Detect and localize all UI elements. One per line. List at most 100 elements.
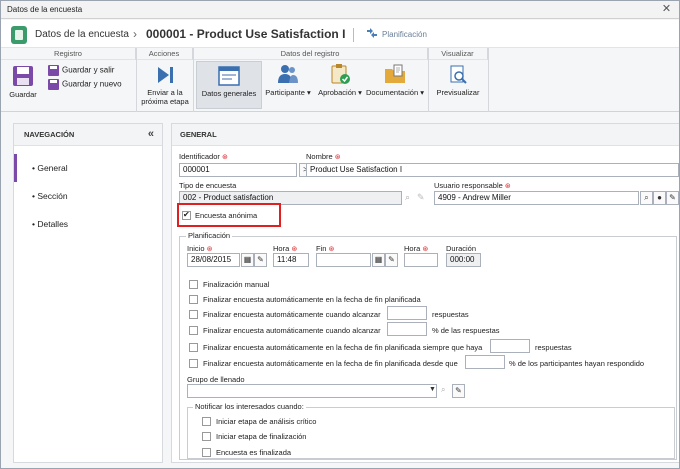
preview-button[interactable]: Previsualizar bbox=[431, 65, 485, 97]
required-icon: ⊛ bbox=[422, 246, 429, 253]
documentation-dropdown-icon: ▾ bbox=[420, 88, 424, 97]
save-label: Guardar bbox=[9, 90, 37, 99]
start-date-field[interactable]: 28/08/2015 bbox=[187, 253, 240, 267]
save-new-label: Guardar y nuevo bbox=[62, 79, 122, 89]
identifier-field[interactable]: 000001 bbox=[179, 163, 297, 177]
required-icon: ⊛ bbox=[291, 246, 298, 253]
people-icon bbox=[277, 63, 299, 85]
option-checkbox[interactable] bbox=[189, 295, 198, 304]
notify-checkbox[interactable] bbox=[202, 448, 211, 457]
chevron-down-icon[interactable]: ▼ bbox=[429, 386, 436, 393]
participant-percent-field[interactable] bbox=[465, 355, 505, 369]
preview-label: Previsualizar bbox=[436, 88, 480, 97]
folder-document-icon bbox=[384, 63, 406, 85]
option-checkbox[interactable] bbox=[189, 310, 198, 319]
close-icon[interactable]: ✕ bbox=[660, 3, 673, 16]
nav-item-detalles[interactable]: • Detalles bbox=[14, 210, 162, 238]
planning-link[interactable]: Planificación bbox=[382, 30, 427, 39]
start-hour-label-text: Hora bbox=[273, 244, 290, 253]
breadcrumb[interactable]: Datos de la encuesta bbox=[35, 29, 129, 40]
response-count-field[interactable] bbox=[387, 306, 427, 320]
notify-checkbox[interactable] bbox=[202, 432, 211, 441]
option-label: Finalizar encuesta automáticamente en la… bbox=[203, 343, 483, 352]
planning-legend: Planificación bbox=[186, 231, 233, 240]
option-label: Finalizar encuesta automáticamente cuand… bbox=[203, 326, 381, 335]
pct-participantes-suffix: % de los participantes hayan respondido bbox=[509, 359, 645, 368]
search-icon[interactable]: ⌕ bbox=[405, 192, 410, 203]
approval-label: Aprobación bbox=[318, 88, 357, 97]
clipboard-check-icon bbox=[329, 63, 351, 85]
option-label: Finalizar encuesta automáticamente en la… bbox=[203, 295, 421, 304]
start-hour-field[interactable]: 11:48 bbox=[273, 253, 309, 267]
eraser-icon[interactable]: ✎ bbox=[385, 253, 398, 267]
binoculars-icon[interactable]: ⌕ bbox=[441, 385, 445, 395]
participant-label: Participante bbox=[265, 88, 305, 97]
end-label-text: Fin bbox=[316, 244, 327, 253]
min-responses-field[interactable] bbox=[490, 339, 530, 353]
eraser-icon[interactable]: ✎ bbox=[254, 253, 267, 267]
eraser-icon[interactable]: ✎ bbox=[452, 384, 465, 398]
respuestas-suffix: respuestas bbox=[432, 310, 469, 319]
participant-dropdown-icon: ▾ bbox=[306, 88, 311, 97]
group-divider bbox=[488, 48, 489, 112]
send-next-stage-button[interactable]: Enviar a la próxima etapa bbox=[138, 65, 192, 106]
notify-checkbox[interactable] bbox=[202, 417, 211, 426]
title-bar: Datos de la encuesta ✕ bbox=[1, 1, 679, 19]
approval-dropdown-icon: ▾ bbox=[358, 88, 362, 97]
group-divider bbox=[428, 48, 429, 112]
required-icon: ⊛ bbox=[504, 183, 511, 190]
calendar-icon[interactable]: ▦ bbox=[372, 253, 385, 267]
section-title: GENERAL bbox=[172, 124, 679, 146]
end-date-field[interactable] bbox=[316, 253, 371, 267]
group-acciones: Acciones bbox=[136, 48, 193, 60]
end-hour-field[interactable] bbox=[404, 253, 438, 267]
user-icon[interactable]: ● bbox=[653, 191, 666, 205]
notify-label: Encuesta es finalizada bbox=[216, 448, 292, 457]
participant-button[interactable]: Participante ▾ bbox=[265, 63, 311, 97]
clear-icon[interactable]: ✎ bbox=[417, 192, 425, 203]
window-form-icon bbox=[218, 66, 240, 86]
document-search-icon bbox=[448, 65, 468, 85]
window-title: Datos de la encuesta bbox=[7, 5, 83, 14]
end-hour-label: Hora ⊛ bbox=[404, 244, 428, 253]
group-divider bbox=[136, 48, 137, 112]
start-hour-label: Hora ⊛ bbox=[273, 244, 297, 253]
highlight-box bbox=[177, 203, 281, 227]
group-select[interactable] bbox=[187, 384, 437, 398]
option-checkbox[interactable] bbox=[189, 359, 198, 368]
general-data-label: Datos generales bbox=[201, 89, 257, 98]
planning-icon[interactable] bbox=[366, 27, 378, 39]
ribbon-toolbar: Registro Acciones Datos del registro Vis… bbox=[1, 48, 679, 112]
option-checkbox[interactable] bbox=[189, 343, 198, 352]
save-new-icon bbox=[48, 79, 59, 90]
save-button[interactable]: Guardar bbox=[7, 65, 39, 99]
record-title: 000001 - Product Use Satisfaction I bbox=[146, 27, 346, 41]
floppy-disk-icon bbox=[12, 65, 34, 87]
general-data-button[interactable]: Datos generales bbox=[196, 61, 262, 109]
response-percent-field[interactable] bbox=[387, 322, 427, 336]
responsible-field[interactable]: 4909 - Andrew Miller bbox=[434, 191, 639, 205]
clear-user-icon[interactable]: ✎ bbox=[666, 191, 679, 205]
approval-button[interactable]: Aprobación ▾ bbox=[314, 63, 366, 97]
required-icon: ⊛ bbox=[328, 246, 335, 253]
option-checkbox[interactable] bbox=[189, 326, 198, 335]
notify-legend: Notificar los interesados cuando: bbox=[193, 402, 306, 411]
option-label: Finalización manual bbox=[203, 280, 270, 289]
search-user-icon[interactable]: ⌕ bbox=[640, 191, 653, 205]
save-exit-button[interactable]: Guardar y salir bbox=[48, 65, 114, 76]
name-label: Nombre ⊛ bbox=[306, 152, 341, 161]
name-field[interactable]: Product Use Satisfaction I bbox=[306, 163, 679, 177]
group-divider bbox=[193, 48, 194, 112]
calendar-icon[interactable]: ▦ bbox=[241, 253, 254, 267]
documentation-button[interactable]: Documentación ▾ bbox=[365, 63, 425, 97]
notify-label: Iniciar etapa de análisis crítico bbox=[216, 417, 317, 426]
navigation-panel: NAVEGACIÓN « • General • Sección • Detal… bbox=[13, 123, 163, 463]
send-next-label-2: próxima etapa bbox=[141, 97, 189, 106]
nav-item-seccion[interactable]: • Sección bbox=[14, 182, 162, 210]
option-checkbox[interactable] bbox=[189, 280, 198, 289]
collapse-icon[interactable]: « bbox=[148, 128, 154, 140]
name-label-text: Nombre bbox=[306, 152, 333, 161]
nav-item-general[interactable]: • General bbox=[14, 154, 162, 182]
save-new-button[interactable]: Guardar y nuevo bbox=[48, 79, 122, 90]
start-label: Inicio ⊛ bbox=[187, 244, 212, 253]
